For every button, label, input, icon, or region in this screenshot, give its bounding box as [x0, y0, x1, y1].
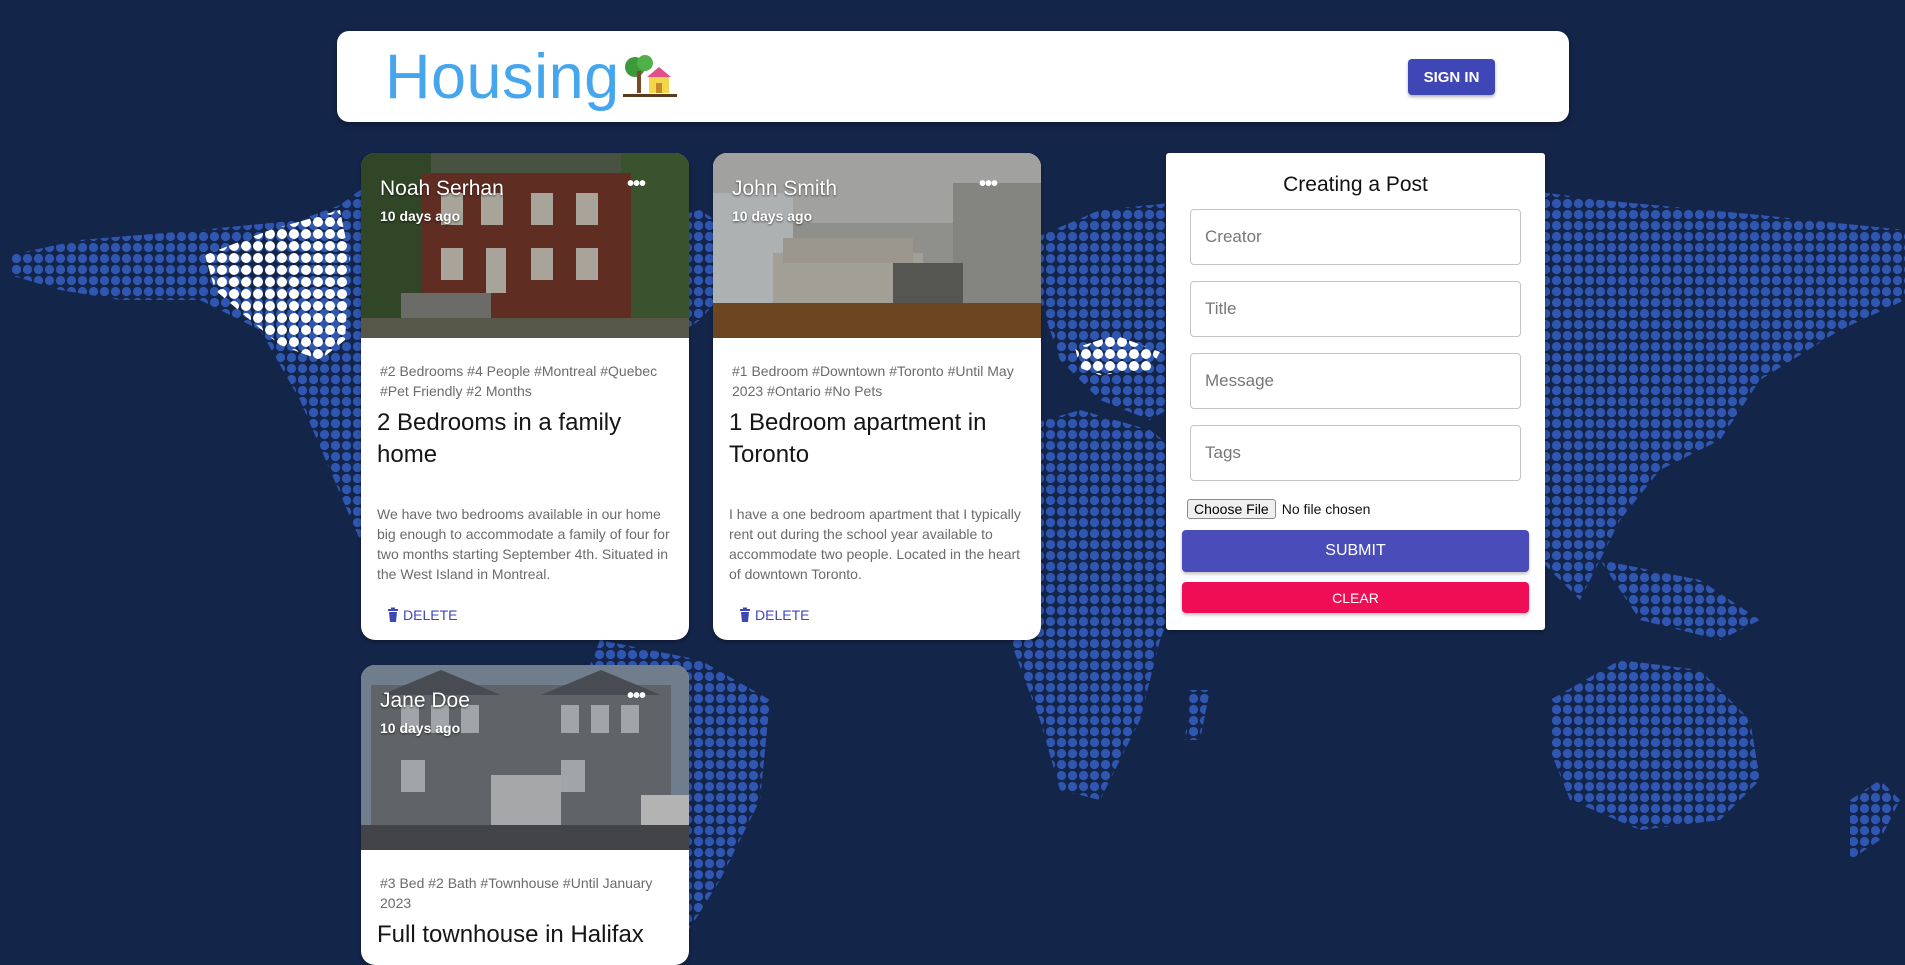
delete-button[interactable]: DELETE: [385, 607, 457, 623]
post-title: Full townhouse in Halifax: [377, 921, 644, 948]
delete-label: DELETE: [403, 607, 458, 623]
more-options-icon[interactable]: •••: [979, 174, 998, 194]
post-tags: #1 Bedroom #Downtown #Toronto #Until May…: [732, 363, 1014, 399]
submit-button[interactable]: SUBMIT: [1182, 530, 1529, 572]
tags-field[interactable]: [1190, 425, 1521, 481]
post-image: Jane Doe 10 days ago •••: [361, 665, 689, 850]
post-card: Jane Doe 10 days ago ••• #3 Bed #2 Bath …: [361, 665, 689, 965]
delete-label: DELETE: [755, 607, 810, 623]
creator-field[interactable]: [1190, 209, 1521, 265]
post-title: 1 Bedroom apartment in Toronto: [729, 409, 987, 468]
trash-icon: [740, 607, 750, 622]
title-field[interactable]: [1190, 281, 1521, 337]
more-options-icon[interactable]: •••: [627, 686, 646, 706]
post-image: John Smith 10 days ago •••: [713, 153, 1041, 338]
choose-file-button[interactable]: Choose File: [1187, 499, 1276, 519]
post-tags: #3 Bed #2 Bath #Townhouse #Until January…: [380, 875, 653, 911]
clear-button[interactable]: CLEAR: [1182, 582, 1529, 613]
post-time: 10 days ago: [380, 208, 461, 224]
delete-button[interactable]: DELETE: [737, 607, 809, 623]
post-creator: Noah Serhan: [380, 177, 504, 200]
post-creator: Jane Doe: [380, 689, 470, 712]
post-time: 10 days ago: [380, 720, 461, 736]
form-title: Creating a Post: [1283, 173, 1428, 196]
post-tags: #2 Bedrooms #4 People #Montreal #Quebec …: [380, 363, 658, 399]
post-message: We have two bedrooms available in our ho…: [377, 506, 670, 582]
more-options-icon[interactable]: •••: [627, 174, 646, 194]
file-input: Choose File No file chosen: [1187, 499, 1370, 519]
sign-in-button[interactable]: SIGN IN: [1408, 59, 1495, 95]
post-card: Noah Serhan 10 days ago ••• #2 Bedrooms …: [361, 153, 689, 640]
trash-icon: [388, 607, 398, 622]
message-field[interactable]: [1190, 353, 1521, 409]
post-time: 10 days ago: [732, 208, 813, 224]
post-card: John Smith 10 days ago ••• #1 Bedroom #D…: [713, 153, 1041, 640]
post-creator: John Smith: [732, 177, 838, 200]
file-status: No file chosen: [1281, 501, 1371, 517]
post-message: I have a one bedroom apartment that I ty…: [729, 506, 1021, 582]
post-image: Noah Serhan 10 days ago •••: [361, 153, 689, 338]
post-title: 2 Bedrooms in a family home: [377, 409, 622, 468]
create-post-form: Creating a Post Choose File No file chos…: [1166, 153, 1545, 630]
app-bar: Housing SIGN IN: [337, 31, 1569, 122]
brand-title: Housing: [385, 42, 620, 112]
house-with-tree-icon: [623, 55, 677, 97]
